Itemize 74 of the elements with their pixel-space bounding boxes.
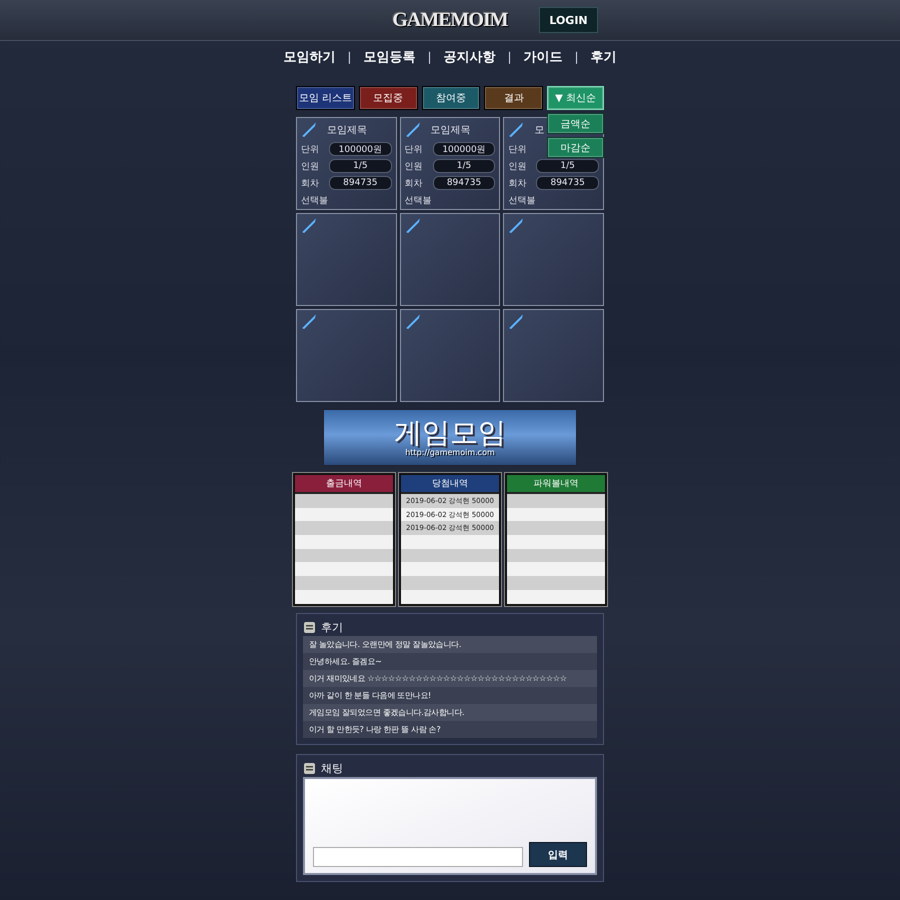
field-label: 회차 [508, 178, 528, 190]
field-value: 1/5 [536, 159, 599, 173]
nav-separator: | [508, 50, 512, 64]
game-card[interactable]: 모임제목 단위 100000원 인원 1/5 회차 894735 선택불 [400, 117, 500, 210]
field-label: 회차 [404, 178, 424, 190]
field-value: 1/5 [329, 159, 392, 173]
send-button[interactable]: 입력 [529, 842, 587, 867]
nav-separator: | [347, 50, 352, 64]
sort-option[interactable]: 마감순 [547, 137, 604, 158]
field-label: 인원 [508, 160, 528, 172]
review-row[interactable]: 이거 할 만한듯? 나랑 한판 뜰 사람 손? [303, 721, 597, 738]
nav-link[interactable]: 후기 [590, 48, 617, 66]
field-label: 인원 [301, 160, 320, 172]
filter-button[interactable]: 결과 [484, 86, 544, 110]
sort-option[interactable]: 금액순 [547, 113, 604, 134]
card-title: 모임제목 [327, 124, 367, 137]
panel-title: 채팅 [321, 760, 343, 776]
sword-icon [508, 314, 524, 330]
sword-icon [301, 218, 317, 234]
filter-button[interactable]: 참여중 [422, 86, 480, 110]
card-title: 모 [534, 124, 544, 137]
sort-dropdown[interactable]: ▼ 최신순 [547, 86, 604, 110]
game-card[interactable] [400, 309, 500, 402]
sword-icon [301, 122, 317, 138]
banner[interactable]: 게임모임 http://gamemoim.com [323, 409, 577, 466]
field-label: 단위 [301, 144, 320, 156]
card-title: 모임제목 [430, 124, 471, 137]
game-card[interactable] [503, 309, 604, 402]
review-row[interactable]: 안녕하세요. 즐겜요~ [303, 653, 597, 670]
game-card[interactable] [400, 213, 500, 306]
field-value: 1/5 [432, 159, 496, 173]
sword-icon [404, 314, 421, 330]
chat-input[interactable] [313, 847, 523, 867]
card-status: 선택불 [508, 195, 536, 207]
field-label: 단위 [508, 144, 528, 156]
game-card[interactable] [503, 213, 604, 306]
nav-link[interactable]: 가이드 [524, 48, 563, 66]
field-value: 894735 [432, 176, 496, 190]
field-label: 회차 [301, 178, 320, 190]
sword-icon [404, 122, 421, 138]
review-row[interactable]: 아까 같이 한 분들 다음에 또만나요! [303, 687, 597, 704]
field-value: 894735 [329, 176, 392, 190]
banner-url: http://gamemoim.com [405, 448, 495, 457]
game-card[interactable] [296, 213, 397, 306]
filter-button[interactable]: 모임 리스트 [296, 86, 355, 110]
review-row[interactable]: 잘 놀았습니다. 오랜만에 정말 잘놀았습니다. [303, 636, 597, 653]
nav-separator: | [427, 50, 432, 64]
list-header: 파워볼내역 [507, 475, 605, 494]
sword-icon [508, 122, 524, 138]
card-status: 선택불 [404, 195, 433, 207]
field-value: 894735 [536, 176, 599, 190]
field-value: 100000원 [329, 142, 392, 156]
review-row[interactable]: 이거 재미있네요 ☆☆☆☆☆☆☆☆☆☆☆☆☆☆☆☆☆☆☆☆☆☆☆☆☆☆☆☆☆ [303, 670, 597, 687]
field-label: 인원 [404, 160, 424, 172]
logo[interactable]: GAMEMOIM [392, 8, 508, 32]
nav-link[interactable]: 모임등록 [363, 48, 416, 66]
banner-title: 게임모임 [394, 418, 506, 448]
sword-icon [301, 314, 317, 330]
nav-link[interactable]: 모임하기 [283, 48, 336, 66]
game-card[interactable] [296, 309, 397, 402]
field-value: 100000원 [432, 142, 496, 156]
game-card[interactable]: 모임제목 단위 100000원 인원 1/5 회차 894735 선택불 [296, 117, 397, 210]
field-label: 단위 [404, 144, 424, 156]
panel-title: 후기 [321, 620, 343, 634]
list-header: 당첨내역 [401, 475, 499, 494]
review-row[interactable]: 게임모임 잘되었으면 좋겠습니다.감사합니다. [303, 704, 597, 721]
filter-button[interactable]: 모집중 [358, 86, 418, 110]
login-button[interactable]: LOGIN [539, 7, 598, 33]
sword-icon [404, 218, 421, 234]
sword-icon [508, 218, 524, 234]
card-status: 선택불 [301, 195, 329, 207]
nav-separator: | [574, 50, 579, 64]
list-header: 출금내역 [295, 475, 393, 494]
nav-link[interactable]: 공지사항 [444, 48, 496, 66]
